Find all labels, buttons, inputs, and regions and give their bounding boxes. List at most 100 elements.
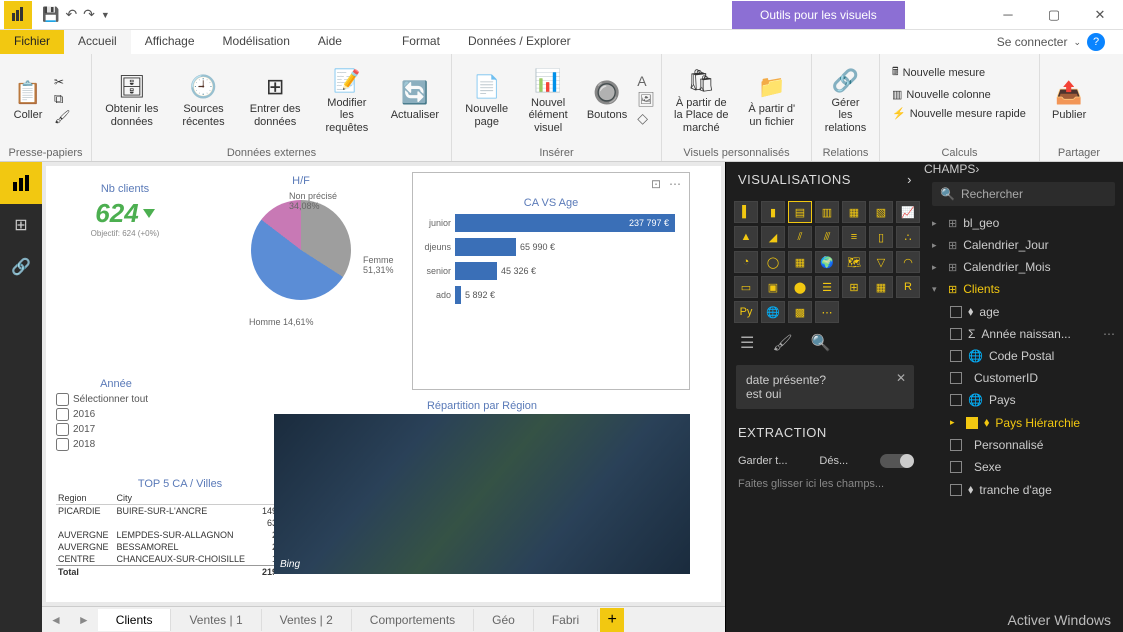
page-tab[interactable]: Comportements: [352, 609, 474, 631]
pie-chart-hf[interactable]: H/F Non précisé 34,08% Femme 51,31% Homm…: [196, 172, 406, 372]
viz-treemap[interactable]: ▦: [788, 251, 812, 273]
field-tranche-age[interactable]: ⬧tranche d'age: [924, 478, 1123, 501]
bar-chart-ca-age[interactable]: ⊡ ⋯ CA VS Age junior237 797 € djeuns65 9…: [412, 172, 690, 390]
collapse-icon[interactable]: ›: [907, 172, 912, 187]
maximize-button[interactable]: ▢: [1031, 0, 1077, 30]
table-row[interactable]: AUVERGNEBESSAMOREL2 078 €: [56, 541, 304, 553]
field-code-postal[interactable]: 🌐Code Postal: [924, 345, 1123, 367]
keep-filters-toggle[interactable]: [880, 454, 912, 468]
edit-queries-button[interactable]: 📝Modifier les requêtes: [313, 63, 381, 135]
tab-aide[interactable]: Aide: [304, 30, 356, 54]
format-mode-icon[interactable]: 🖌: [772, 333, 792, 353]
table-calendrier-jour[interactable]: ▸⊞Calendrier_Jour: [924, 234, 1123, 256]
viz-stacked-column[interactable]: ▮: [761, 201, 785, 223]
viz-table[interactable]: ⊞: [842, 276, 866, 298]
field-customerid[interactable]: CustomerID: [924, 367, 1123, 389]
kpi-nbclients[interactable]: Nb clients 624 Objectif: 624 (+0%): [60, 180, 190, 238]
shapes-icon[interactable]: ◇: [637, 110, 655, 127]
redo-icon[interactable]: ↷: [83, 6, 95, 23]
slicer-2018[interactable]: 2018: [56, 437, 176, 452]
viz-py[interactable]: Py: [734, 301, 758, 323]
new-page-button[interactable]: 📄Nouvelle page: [458, 69, 515, 129]
viz-custom1[interactable]: ▩: [788, 301, 812, 323]
tab-modelisation[interactable]: Modélisation: [209, 30, 304, 54]
viz-stacked-area[interactable]: ◢: [761, 226, 785, 248]
undo-icon[interactable]: ↶: [65, 6, 77, 23]
viz-multicard[interactable]: ▣: [761, 276, 785, 298]
format-painter-icon[interactable]: 🖌: [54, 109, 71, 125]
new-measure-button[interactable]: 🖩Nouvelle mesure: [888, 62, 989, 83]
slicer-annee[interactable]: Année Sélectionner tout 2016 2017 2018: [56, 376, 176, 452]
add-page-button[interactable]: +: [600, 608, 624, 632]
map-repartition[interactable]: Répartition par Région Bing: [274, 398, 690, 576]
field-sexe[interactable]: Sexe: [924, 456, 1123, 478]
page-tab[interactable]: Clients: [98, 609, 172, 631]
nav-report[interactable]: [0, 162, 42, 204]
table-top5[interactable]: TOP 5 CA / Villes RegionCityCA FR PICARD…: [56, 476, 304, 578]
refresh-button[interactable]: 🔄Actualiser: [385, 75, 445, 123]
close-button[interactable]: ✕: [1077, 0, 1123, 30]
viz-arcgis[interactable]: 🌐: [761, 301, 785, 323]
page-tab[interactable]: Ventes | 1: [171, 609, 261, 631]
file-menu[interactable]: Fichier: [0, 30, 64, 54]
fields-search[interactable]: 🔍 Rechercher: [932, 182, 1115, 206]
recent-sources-button[interactable]: 🕘Sources récentes: [170, 69, 238, 129]
quick-measure-button[interactable]: ⚡Nouvelle mesure rapide: [888, 106, 1030, 121]
fromfile-button[interactable]: 📁À partir d' un fichier: [739, 69, 806, 129]
get-data-button[interactable]: 🗄Obtenir les données: [98, 69, 166, 129]
viz-filled-map[interactable]: 🗺: [842, 251, 866, 273]
tab-format[interactable]: Format: [388, 30, 454, 54]
viz-r[interactable]: R: [896, 276, 920, 298]
slicer-2017[interactable]: 2017: [56, 422, 176, 437]
marketplace-button[interactable]: 🛍À partir de la Place de marché: [668, 63, 735, 135]
table-bigeo[interactable]: ▸⊞bl_geo: [924, 212, 1123, 234]
viz-slicer[interactable]: ☰: [815, 276, 839, 298]
viz-waterfall[interactable]: ▯: [869, 226, 893, 248]
help-icon[interactable]: ?: [1087, 33, 1105, 51]
new-visual-button[interactable]: 📊Nouvel élément visuel: [519, 63, 576, 135]
viz-map[interactable]: 🌍: [815, 251, 839, 273]
page-prev[interactable]: ◄: [42, 613, 70, 627]
new-column-button[interactable]: ▥Nouvelle colonne: [888, 87, 995, 102]
table-clients[interactable]: ▾⊞Clients: [924, 278, 1123, 300]
analytics-mode-icon[interactable]: 🔍: [811, 333, 831, 353]
viz-gauge[interactable]: ◠: [896, 251, 920, 273]
page-tab[interactable]: Fabri: [534, 609, 598, 631]
viz-kpi[interactable]: ⬤: [788, 276, 812, 298]
focus-mode-icon[interactable]: ⊡: [651, 177, 661, 191]
viz-stacked-bar[interactable]: ▌: [734, 201, 758, 223]
page-next[interactable]: ►: [70, 613, 98, 627]
publish-button[interactable]: 📤Publier: [1046, 75, 1092, 123]
nav-data[interactable]: ⊞: [0, 204, 42, 246]
cut-icon[interactable]: ✂: [54, 75, 71, 89]
table-row[interactable]: CENTRECHANCEAUX-SUR-CHOISILLE1 927 €: [56, 553, 304, 566]
nav-model[interactable]: 🔗: [0, 246, 42, 288]
viz-clustered-bar[interactable]: ▤: [788, 201, 812, 223]
tab-accueil[interactable]: Accueil: [64, 30, 131, 54]
table-row[interactable]: PICARDIEBUIRE-SUR-L'ANCRE149 014 €: [56, 505, 304, 518]
viz-funnel[interactable]: ▽: [869, 251, 893, 273]
viz-ribbon[interactable]: ≡: [842, 226, 866, 248]
collapse-icon[interactable]: ›: [975, 162, 979, 176]
viz-custom2[interactable]: ⋯: [815, 301, 839, 323]
enter-data-button[interactable]: ⊞Entrer des données: [241, 69, 309, 129]
minimize-button[interactable]: ─: [985, 0, 1031, 30]
slicer-select-all[interactable]: Sélectionner tout: [56, 392, 176, 407]
viz-matrix[interactable]: ▦: [869, 276, 893, 298]
field-pays-hierarchie[interactable]: ▸⬧Pays Hiérarchie: [924, 411, 1123, 434]
more-options-icon[interactable]: ⋯: [669, 177, 681, 191]
sign-in[interactable]: Se connecter ⌄ ?: [987, 30, 1123, 54]
table-row[interactable]: 63 865 €: [56, 517, 304, 529]
filter-remove-icon[interactable]: ✕: [896, 371, 906, 385]
page-tab[interactable]: Ventes | 2: [262, 609, 352, 631]
viz-pie[interactable]: ◔: [734, 251, 758, 273]
manage-relations-button[interactable]: 🔗Gérer les relations: [818, 63, 873, 135]
filter-card[interactable]: ✕ date présente? est oui: [736, 365, 914, 409]
table-row[interactable]: AUVERGNELEMPDES-SUR-ALLAGNON2 637 €: [56, 529, 304, 541]
field-annee-naissance[interactable]: ΣAnnée naissan...⋯: [924, 323, 1123, 345]
copy-icon[interactable]: ⧉: [54, 91, 71, 107]
viz-combo2[interactable]: ⫻: [815, 226, 839, 248]
buttons-button[interactable]: 🔘Boutons: [581, 75, 633, 123]
table-calendrier-mois[interactable]: ▸⊞Calendrier_Mois: [924, 256, 1123, 278]
field-age[interactable]: ⬧age: [924, 300, 1123, 323]
